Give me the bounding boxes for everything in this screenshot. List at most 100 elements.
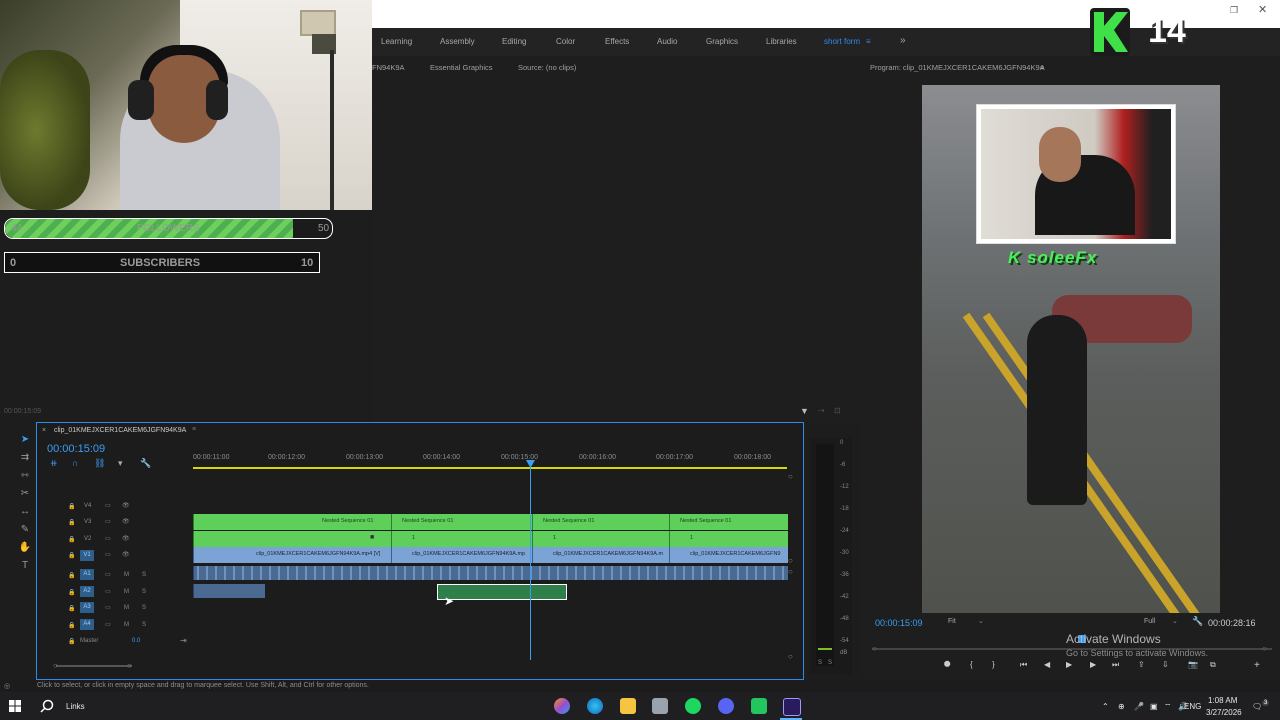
fit-dropdown[interactable]: Fit: [948, 618, 956, 625]
timeline-clip[interactable]: Nested Sequence 01: [532, 514, 669, 530]
tab-assembly[interactable]: Assembly: [440, 37, 475, 46]
microphone-icon[interactable]: 🎤: [1134, 702, 1144, 711]
lock-icon[interactable]: 🔒: [68, 503, 75, 510]
language-indicator[interactable]: ENG: [1184, 702, 1201, 711]
step-back-icon[interactable]: ◀: [1044, 660, 1050, 669]
tab-libraries[interactable]: Libraries: [766, 37, 797, 46]
resolution-dropdown[interactable]: Full: [1144, 618, 1155, 625]
timeline-settings-icon[interactable]: 🔧: [140, 458, 151, 469]
timeline-clip[interactable]: clip_01KMEJXCER1CAKEM6JGFN94K9A.mp: [391, 547, 532, 563]
device-icon[interactable]: ▣: [1150, 702, 1158, 711]
zoom-handle-audio[interactable]: ○: [788, 567, 793, 576]
zoom-handle-bottom[interactable]: ○: [788, 652, 793, 661]
timeline-playhead[interactable]: [530, 460, 531, 660]
timeline-clip[interactable]: clip_01KMEJXCER1CAKEM6JGFN9: [669, 547, 788, 563]
resolution-chevron-icon[interactable]: ⌄: [1172, 617, 1178, 625]
timeline-clip[interactable]: ■: [193, 531, 391, 547]
scrub-end-handle[interactable]: ○: [1262, 644, 1267, 653]
timeline-clip[interactable]: 1: [669, 531, 788, 547]
zoom-handle-top[interactable]: ○: [788, 472, 793, 481]
taskbar-date[interactable]: 3/27/2026: [1206, 708, 1242, 717]
play-icon[interactable]: ▶: [1066, 660, 1072, 669]
zoom-handle-mid[interactable]: ○: [788, 556, 793, 565]
restore-icon[interactable]: ❐: [1230, 5, 1238, 16]
more-workspaces-icon[interactable]: »: [900, 35, 906, 46]
pen-tool-icon[interactable]: ✎: [18, 524, 32, 536]
spotify-icon[interactable]: [685, 698, 701, 714]
wifi-icon[interactable]: ⌔: [1164, 702, 1172, 712]
wrench-icon[interactable]: 🔧: [1192, 616, 1203, 627]
mark-in-icon[interactable]: {: [970, 660, 973, 669]
export-frame-button-icon[interactable]: 📷: [1188, 660, 1198, 669]
step-forward-icon[interactable]: ▶: [1090, 660, 1096, 669]
go-to-edit-icon[interactable]: ⇥: [180, 636, 187, 645]
program-title[interactable]: Program: clip_01KMEJXCER1CAKEM6JGFN94K9A: [870, 63, 1045, 72]
discord-icon[interactable]: [718, 698, 734, 714]
sync-lock-icon[interactable]: ▭: [105, 518, 111, 525]
close-sequence-icon[interactable]: ×: [42, 427, 46, 434]
lock-icon[interactable]: 🔒: [68, 589, 75, 596]
master-volume-value[interactable]: 0.0: [132, 638, 140, 644]
audio-clip-a2[interactable]: [193, 584, 265, 598]
go-to-out-icon[interactable]: ⏭: [1112, 660, 1119, 670]
sync-lock-icon[interactable]: ▭: [105, 621, 111, 628]
scroll-handle-right[interactable]: ○: [127, 661, 132, 670]
lift-icon[interactable]: ⇪: [1138, 660, 1145, 669]
taskbar-search-label[interactable]: Links: [66, 702, 85, 711]
track-label-v1[interactable]: V1: [80, 550, 94, 561]
snap-icon[interactable]: ∩: [72, 458, 78, 468]
tab-graphics[interactable]: Graphics: [706, 37, 738, 46]
slip-tool-icon[interactable]: ↔: [18, 506, 32, 518]
eye-icon[interactable]: 👁: [122, 518, 130, 525]
go-to-in-icon[interactable]: ⏮: [1020, 660, 1027, 670]
meter-solo-right[interactable]: S: [828, 660, 832, 666]
sequence-menu-icon[interactable]: ≡: [192, 426, 196, 433]
eye-icon[interactable]: 👁: [122, 551, 130, 558]
mute-button-a2[interactable]: M: [124, 589, 129, 595]
scrub-start-handle[interactable]: ○: [872, 644, 877, 653]
timeline-clip[interactable]: Nested Sequence 01: [391, 514, 532, 530]
lock-icon[interactable]: 🔒: [68, 605, 75, 612]
premiere-pro-icon[interactable]: [783, 698, 801, 716]
timeline-scrollbar[interactable]: [56, 665, 132, 667]
track-label-a4[interactable]: A4: [80, 619, 94, 630]
solo-button-a3[interactable]: S: [142, 605, 146, 611]
lock-icon[interactable]: 🔒: [68, 572, 75, 579]
track-select-icon[interactable]: ⇉: [18, 452, 32, 464]
fit-chevron-icon[interactable]: ⌄: [978, 617, 984, 625]
scroll-handle-left[interactable]: ○: [53, 661, 58, 670]
track-label-v4[interactable]: V4: [84, 503, 91, 509]
windows-start-icon[interactable]: [9, 700, 21, 712]
solo-button-a1[interactable]: S: [142, 572, 146, 578]
timeline-clip[interactable]: 1: [532, 531, 669, 547]
timeline-timecode[interactable]: 00:00:15:09: [47, 443, 105, 455]
show-hidden-icons-icon[interactable]: ⌃: [1102, 702, 1109, 711]
filter-icon[interactable]: ▼: [800, 406, 809, 416]
solo-button-a2[interactable]: S: [142, 589, 146, 595]
nest-icon[interactable]: ⧺: [50, 458, 58, 469]
lock-icon[interactable]: 🔒: [68, 622, 75, 629]
tab-audio[interactable]: Audio: [657, 37, 677, 46]
type-tool-icon[interactable]: T: [18, 560, 32, 572]
sequence-tab[interactable]: clip_01KMEJXCER1CAKEM6JGFN94K9A: [54, 427, 186, 434]
meter-solo-left[interactable]: S: [818, 660, 822, 666]
export-frame-icon[interactable]: ⊡: [834, 406, 841, 415]
tab-color[interactable]: Color: [556, 37, 575, 46]
notification-icon[interactable]: 🗨: [1252, 702, 1262, 711]
timeline-clip[interactable]: clip_01KMEJXCER1CAKEM6JGFN94K9A.m: [532, 547, 669, 563]
eye-icon[interactable]: 👁: [122, 535, 130, 542]
taskbar-time[interactable]: 1:08 AM: [1208, 696, 1237, 705]
eye-icon[interactable]: 👁: [122, 502, 130, 509]
lock-icon[interactable]: 🔒: [68, 519, 75, 526]
sync-lock-icon[interactable]: ▭: [105, 571, 111, 578]
track-label-a2[interactable]: A2: [80, 586, 94, 597]
mute-button-a4[interactable]: M: [124, 622, 129, 628]
add-marker-icon[interactable]: ⯃: [944, 660, 950, 670]
audio-clip-a1[interactable]: [193, 566, 788, 580]
app-icon[interactable]: [652, 698, 668, 714]
timeline-clip[interactable]: clip_01KMEJXCER1CAKEM6JGFN94K9A.mp4 [V]: [193, 547, 391, 563]
razor-tool-icon[interactable]: ✂: [18, 488, 32, 500]
track-label-a3[interactable]: A3: [80, 602, 94, 613]
selected-audio-clip[interactable]: [437, 584, 567, 600]
mute-button-a3[interactable]: M: [124, 605, 129, 611]
